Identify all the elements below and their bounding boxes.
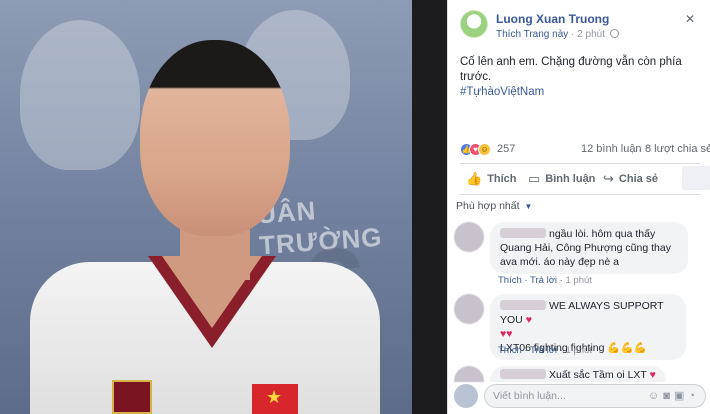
separator: · (571, 29, 575, 40)
comment-meta: Thích · Trả lời · 1 phút (498, 275, 592, 286)
post-photo: UÂN TRƯỜNG 6 (0, 0, 412, 414)
comment-timestamp[interactable]: 1 phút (566, 275, 592, 286)
comment-item: Xuất sắc Tầm oi LXT ♥ (454, 366, 704, 382)
commenter-avatar[interactable] (454, 366, 484, 382)
vietnam-flag-icon (252, 384, 298, 414)
post-body: Cố lên anh em. Chặng đường vẫn còn phía … (460, 56, 682, 83)
hashtag-link[interactable]: #TựhàoViệtNam (460, 85, 700, 100)
heart-icon: ♥ (649, 369, 656, 381)
comment-like-link[interactable]: Thích (498, 345, 522, 356)
commenter-avatar[interactable] (454, 222, 484, 252)
comment-text: Xuất sắc Tầm oi LXT (549, 369, 647, 381)
like-button-label: Thích (487, 173, 517, 185)
reaction-count[interactable]: 257 (497, 143, 515, 155)
share-icon: ↪ (603, 171, 614, 186)
viewer-avatar[interactable] (682, 166, 710, 190)
post-header: Luong Xuan Truong Thích Trang này · 2 ph… (460, 10, 700, 44)
heart-icon: ♥♥ (500, 328, 513, 340)
sticker-icon[interactable]: ◔ (688, 390, 699, 402)
comment-input[interactable]: Viết bình luận... ☺◙▣◔ (484, 384, 706, 408)
share-button[interactable]: ↪ Chia sẻ (603, 171, 658, 187)
post-text: Cố lên anh em. Chặng đường vẫn còn phía … (460, 55, 700, 100)
photo-viewer: UÂN TRƯỜNG 6 Luong Xuan Truong Thích Tra… (0, 0, 710, 414)
comment-item: ngầu lòi. hôm qua thấy Quang Hải, Công P… (454, 222, 704, 288)
commenter-name[interactable] (500, 300, 546, 310)
comment-reply-link[interactable]: Trả lời (530, 275, 557, 286)
commenter-name[interactable] (500, 228, 546, 238)
camera-icon[interactable]: ◙ (663, 390, 674, 402)
sort-label: Phù hợp nhất (456, 200, 520, 212)
comment-reply-link[interactable]: Trả lời (530, 345, 557, 356)
share-button-label: Chia sẻ (618, 173, 659, 185)
viewer-avatar (454, 384, 478, 408)
team-crest-icon (112, 380, 152, 414)
comment-placeholder: Viết bình luận... (493, 390, 566, 402)
shares-count[interactable]: 8 lượt chia sẻ (645, 143, 710, 155)
background-player-left (20, 20, 140, 170)
haha-reaction-icon: ☺ (478, 143, 491, 156)
reactions-summary: 👍 ♥ ☺ 257 12 bình luận 8 lượt chia sẻ (460, 142, 710, 158)
comment-tools: ☺◙▣◔ (648, 389, 699, 402)
post-details-panel: Luong Xuan Truong Thích Trang này · 2 ph… (447, 0, 710, 414)
heart-icon: ♥ (525, 314, 532, 326)
comment-icon: ▭ (528, 171, 541, 186)
emoji-icon[interactable]: ☺ (648, 390, 663, 402)
divider (460, 163, 700, 164)
comment-bubble: Xuất sắc Tầm oi LXT ♥ (490, 366, 666, 382)
divider (460, 194, 700, 195)
like-page-link[interactable]: Thích Trang này (496, 29, 568, 40)
post-actions: 👍 Thích ▭ Bình luận ↪ Chia sẻ (460, 166, 710, 192)
comment-item: WE ALWAYS SUPPORT YOU ♥ ♥♥ LXT06 fightin… (454, 294, 704, 360)
commenter-avatar[interactable] (454, 294, 484, 324)
comments-count[interactable]: 12 bình luận (581, 143, 642, 155)
post-subline: Thích Trang này · 2 phút (496, 29, 619, 40)
comment-bubble: ngầu lòi. hôm qua thấy Quang Hải, Công P… (490, 222, 688, 274)
comment-like-link[interactable]: Thích (498, 275, 522, 286)
comment-button-label: Bình luận (545, 173, 596, 185)
comment-button[interactable]: ▭ Bình luận (528, 171, 595, 187)
flexed-biceps-icon: 💪💪💪 (607, 342, 647, 354)
photo-area[interactable]: UÂN TRƯỜNG 6 (0, 0, 447, 414)
page-avatar[interactable] (460, 10, 488, 38)
gif-icon[interactable]: ▣ (674, 390, 688, 402)
comment-sort-dropdown[interactable]: Phù hợp nhất ▼ (456, 200, 532, 212)
player-head (140, 40, 290, 236)
write-comment-row: Viết bình luận... ☺◙▣◔ (454, 384, 706, 408)
globe-icon (609, 29, 619, 38)
comment-timestamp[interactable]: 1 phút (566, 345, 592, 356)
thumbs-up-icon: 👍 (466, 171, 483, 186)
caret-down-icon: ▼ (524, 202, 533, 211)
close-icon[interactable]: ✕ (685, 12, 695, 26)
page-name-link[interactable]: Luong Xuan Truong (496, 12, 609, 26)
post-timestamp[interactable]: 2 phút (577, 29, 605, 40)
commenter-name[interactable] (500, 369, 546, 379)
comment-meta: Thích · Trả lời · 1 phút (498, 345, 592, 356)
like-button[interactable]: 👍 Thích (466, 171, 517, 187)
